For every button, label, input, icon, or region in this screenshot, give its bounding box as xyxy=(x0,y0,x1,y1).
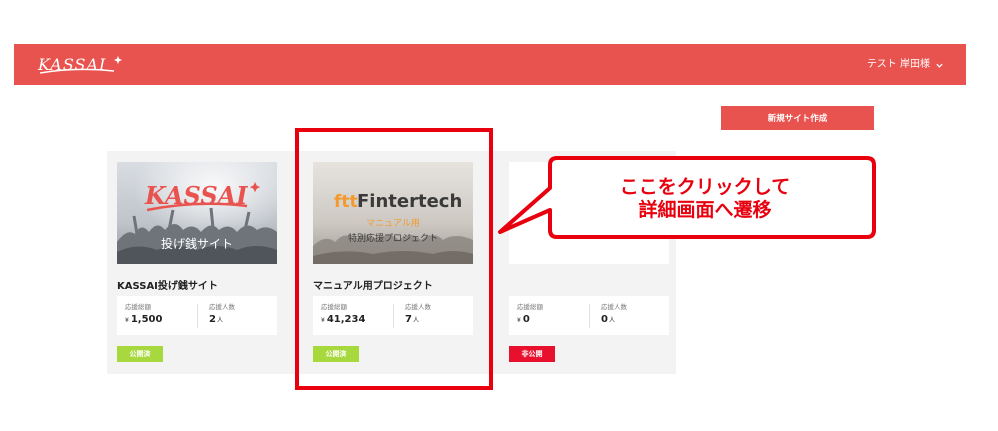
total-support: 応援総額 ¥1,500 xyxy=(125,301,162,325)
thumbnail-caption: 投げ銭サイト xyxy=(161,236,233,251)
status-badge: 公開済 xyxy=(117,346,163,362)
supporter-count-unit: 人 xyxy=(608,317,615,324)
supporter-count-value: 0 xyxy=(601,314,608,325)
site-stats: 応援総額 ¥0 応援人数 0人 xyxy=(509,296,669,335)
user-name: テスト 岸田様 xyxy=(866,59,930,70)
callout-line-1: ここをクリックして xyxy=(619,176,791,198)
site-stats: 応援総額 ¥1,500 応援人数 2人 xyxy=(117,296,277,335)
supporter-count-label: 応援人数 xyxy=(209,303,235,311)
divider xyxy=(589,304,590,328)
new-site-button[interactable]: 新規サイト作成 xyxy=(721,106,874,130)
chevron-down-icon xyxy=(936,63,943,68)
callout-text: ここをクリックして 詳細画面へ遷移 xyxy=(540,176,870,222)
total-support-value: 1,500 xyxy=(130,314,163,325)
total-support-label: 応援総額 xyxy=(125,303,151,311)
supporter-count: 応援人数 0人 xyxy=(601,301,627,325)
supporter-count-label: 応援人数 xyxy=(601,303,627,311)
supporter-count-unit: 人 xyxy=(216,317,223,324)
currency-symbol: ¥ xyxy=(125,317,129,324)
kassai-logo[interactable]: KASSAI xyxy=(36,51,126,77)
supporter-count-value: 2 xyxy=(209,314,216,325)
highlight-box xyxy=(295,128,493,390)
total-support-label: 応援総額 xyxy=(517,303,543,311)
supporter-count: 応援人数 2人 xyxy=(209,301,235,325)
callout-line-2: 詳細画面へ遷移 xyxy=(638,199,772,221)
site-thumbnail: KASSAI 投げ銭サイト xyxy=(117,162,277,264)
total-support: 応援総額 ¥0 xyxy=(517,301,543,325)
currency-symbol: ¥ xyxy=(517,317,521,324)
app-header: KASSAI テスト 岸田様 xyxy=(14,44,966,85)
divider xyxy=(197,304,198,328)
status-badge: 非公開 xyxy=(509,346,555,362)
total-support-value: 0 xyxy=(522,314,530,325)
user-menu[interactable]: テスト 岸田様 xyxy=(867,57,944,73)
site-title: KASSAI投げ銭サイト xyxy=(117,281,218,292)
site-card[interactable]: KASSAI 投げ銭サイト KASSAI投げ銭サイト 応援総額 ¥1,500 応… xyxy=(107,151,287,374)
